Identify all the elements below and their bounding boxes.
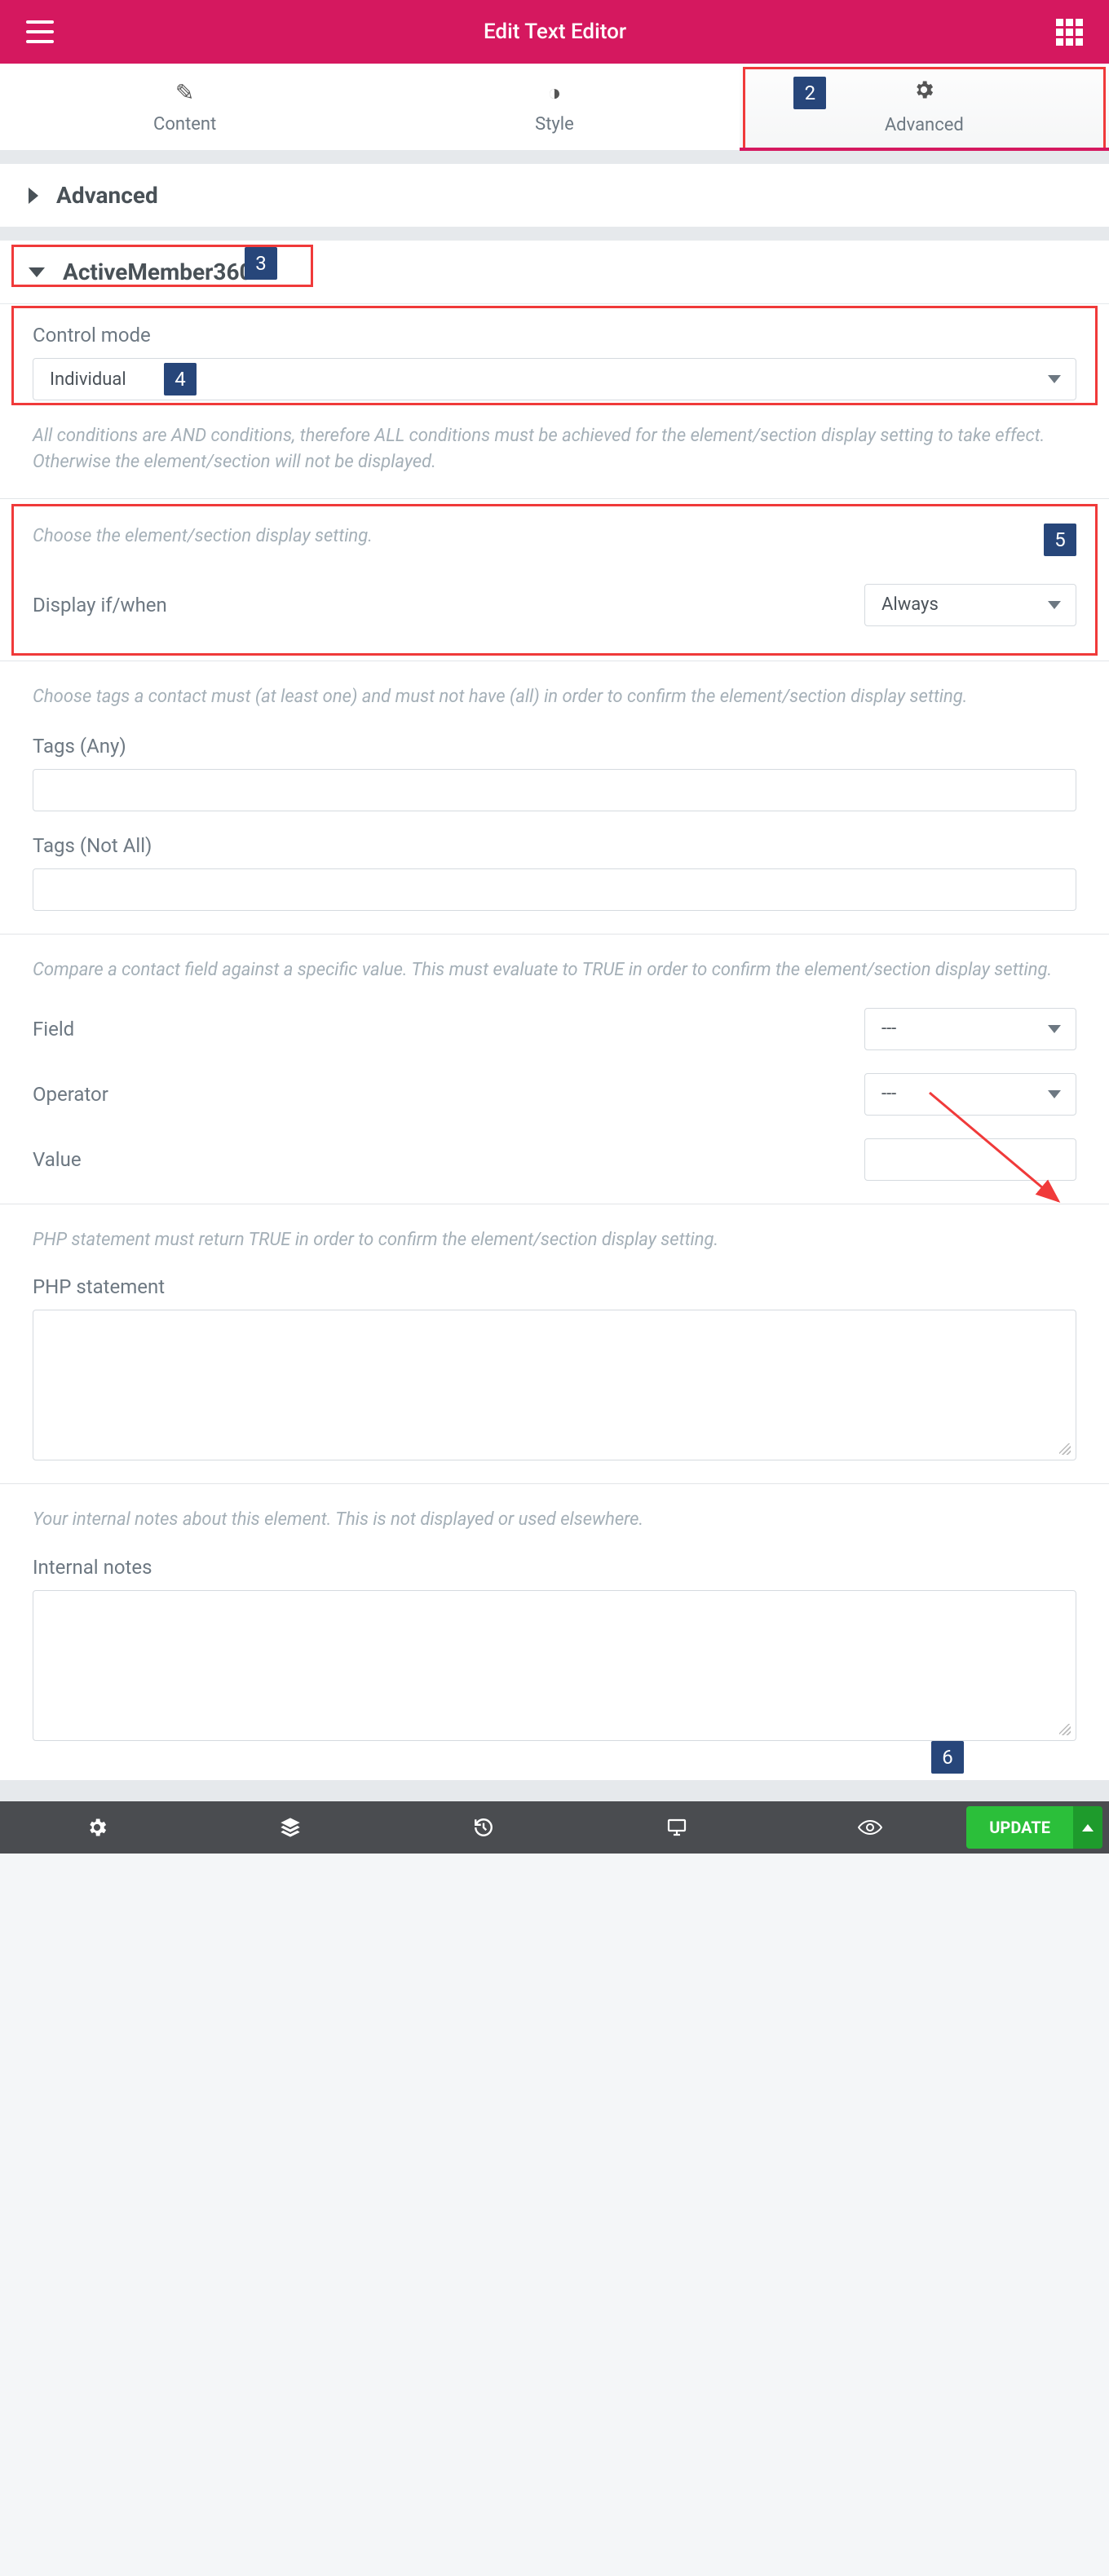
notes-textarea[interactable] xyxy=(33,1590,1076,1741)
tab-content-label: Content xyxy=(153,114,216,135)
apps-icon[interactable] xyxy=(1056,19,1083,46)
tab-advanced[interactable]: Advanced 2 xyxy=(740,64,1109,150)
section-notes: Your internal notes about this element. … xyxy=(0,1484,1109,1757)
caret-icon xyxy=(1048,601,1061,609)
separator xyxy=(0,151,1109,164)
field-select[interactable]: --- xyxy=(864,1008,1076,1050)
responsive-icon[interactable] xyxy=(580,1818,773,1837)
tags-desc: Choose tags a contact must (at least one… xyxy=(33,684,1076,710)
operator-label: Operator xyxy=(33,1083,108,1106)
editor-header: Edit Text Editor xyxy=(0,0,1109,64)
operator-value: --- xyxy=(881,1084,896,1104)
accordion-advanced[interactable]: Advanced xyxy=(0,164,1109,228)
tab-style-label: Style xyxy=(535,114,574,135)
section-display: Choose the element/section display setti… xyxy=(0,499,1109,661)
tags-notall-input[interactable] xyxy=(33,868,1076,911)
caret-icon xyxy=(1048,1090,1061,1098)
pencil-icon: ✎ xyxy=(175,79,194,106)
control-mode-value: Individual xyxy=(50,369,126,390)
tab-advanced-label: Advanced xyxy=(885,115,964,135)
fieldcompare-desc: Compare a contact field against a specif… xyxy=(33,957,1076,983)
separator xyxy=(0,228,1109,241)
menu-icon[interactable] xyxy=(26,20,54,43)
step-badge-2: 2 xyxy=(793,77,826,109)
update-label: Update xyxy=(989,1818,1050,1837)
accordion-activemember360[interactable]: ActiveMember360 xyxy=(0,241,1109,304)
value-input[interactable] xyxy=(864,1138,1076,1181)
php-label: PHP statement xyxy=(33,1275,1076,1298)
tab-content[interactable]: ✎ Content xyxy=(0,64,369,150)
resize-grip-icon[interactable] xyxy=(1059,1724,1071,1735)
gear-icon xyxy=(912,78,935,107)
preview-icon[interactable] xyxy=(773,1819,966,1836)
step-badge-5: 5 xyxy=(1044,524,1076,556)
notes-desc: Your internal notes about this element. … xyxy=(33,1507,1076,1533)
display-select[interactable]: Always xyxy=(864,584,1076,626)
display-label: Display if/when xyxy=(33,594,167,616)
panel-tabs: ✎ Content ◑ Style Advanced 2 xyxy=(0,64,1109,151)
resize-grip-icon[interactable] xyxy=(1059,1443,1071,1455)
accordion-advanced-title: Advanced xyxy=(56,182,158,209)
field-value: --- xyxy=(881,1018,896,1039)
caret-icon xyxy=(1048,1025,1061,1033)
step-badge-6: 6 xyxy=(931,1741,964,1774)
operator-select[interactable]: --- xyxy=(864,1073,1076,1116)
control-mode-note: All conditions are AND conditions, there… xyxy=(33,423,1076,475)
section-tags: Choose tags a contact must (at least one… xyxy=(0,661,1109,935)
contrast-icon: ◑ xyxy=(548,79,562,106)
separator xyxy=(0,1780,1109,1801)
accordion-am360-title: ActiveMember360 xyxy=(63,258,253,285)
caret-up-icon xyxy=(1082,1824,1094,1831)
chevron-right-icon xyxy=(29,188,38,204)
control-mode-label: Control mode xyxy=(33,324,1076,347)
chevron-down-icon xyxy=(29,267,45,277)
step-badge-4: 4 xyxy=(164,363,197,395)
settings-icon[interactable] xyxy=(0,1816,193,1839)
section-field-compare: Compare a contact field against a specif… xyxy=(0,935,1109,1204)
preview-pane xyxy=(0,1854,1109,2576)
field-label: Field xyxy=(33,1018,74,1041)
display-value: Always xyxy=(881,594,939,615)
step-badge-3: 3 xyxy=(245,247,277,280)
navigator-icon[interactable] xyxy=(193,1816,387,1839)
section-php: PHP statement must return TRUE in order … xyxy=(0,1204,1109,1485)
tab-style[interactable]: ◑ Style xyxy=(369,64,739,150)
tags-any-input[interactable] xyxy=(33,769,1076,811)
history-icon[interactable] xyxy=(387,1817,580,1838)
update-button[interactable]: Update xyxy=(966,1806,1073,1849)
php-desc: PHP statement must return TRUE in order … xyxy=(33,1227,1076,1253)
value-label: Value xyxy=(33,1148,82,1171)
update-options-button[interactable] xyxy=(1073,1806,1102,1849)
tags-notall-label: Tags (Not All) xyxy=(33,834,1076,857)
footer-bar: Update xyxy=(0,1801,1109,1854)
display-desc: Choose the element/section display setti… xyxy=(33,524,373,550)
php-textarea[interactable] xyxy=(33,1310,1076,1460)
control-mode-select[interactable]: Individual 4 xyxy=(33,358,1076,400)
caret-icon xyxy=(1048,375,1061,383)
tags-any-label: Tags (Any) xyxy=(33,735,1076,758)
header-title: Edit Text Editor xyxy=(484,20,626,44)
section-control-mode: Control mode Individual 4 All conditions… xyxy=(0,304,1109,499)
notes-label: Internal notes xyxy=(33,1556,1076,1579)
